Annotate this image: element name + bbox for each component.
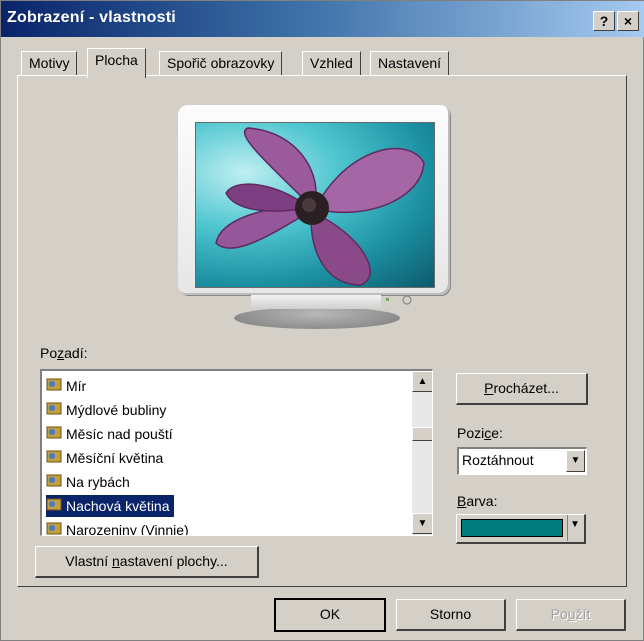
title-bar[interactable]: Zobrazení - vlastnosti ? × [1,1,644,37]
list-item[interactable]: Měsíc nad pouští [46,423,177,445]
wallpaper-file-icon [46,521,64,535]
dropdown-arrow-icon: ▼ [570,519,580,530]
apply-button[interactable]: Použít [516,599,626,631]
list-item[interactable]: Mýdlové bubliny [46,399,170,421]
cancel-button[interactable]: Storno [396,599,506,631]
color-label: Barva: [457,493,498,509]
scroll-up-arrow-icon[interactable]: ▲ [412,371,432,392]
list-item[interactable]: Měsíční květina [46,447,167,469]
browse-button[interactable]: Procházet... [456,373,588,405]
wallpaper-file-icon [46,377,64,393]
monitor-base [234,307,400,329]
window-title: Zobrazení - vlastnosti [7,9,176,26]
list-item-selected[interactable]: Nachová květina [46,495,174,517]
scroll-thumb[interactable] [412,427,432,441]
position-value: Roztáhnout [462,452,534,468]
customize-desktop-button[interactable]: Vlastní nastavení plochy... [35,546,259,578]
list-item[interactable]: Mír [46,375,90,397]
dropdown-arrow-icon[interactable]: ▼ [566,450,585,472]
tab-plocha[interactable]: Plocha [87,48,146,78]
wallpaper-list[interactable]: Mír Mýdlové bubliny Měsíc nad pouští Měs… [40,369,433,536]
tab-sporic-obrazovky[interactable]: Spořič obrazovky [159,51,283,75]
wallpaper-preview [195,122,435,288]
list-scrollbar[interactable]: ▲ ▼ [412,371,432,535]
list-item[interactable]: Na rybách [46,471,134,493]
color-swatch [461,519,563,537]
wallpaper-file-icon [46,449,64,465]
scroll-down-arrow-icon[interactable]: ▼ [412,513,432,534]
tab-vzhled[interactable]: Vzhled [302,51,361,75]
position-select[interactable]: Roztáhnout ▼ [457,447,587,475]
monitor-preview [178,105,450,305]
color-picker-divider [567,515,568,541]
close-button[interactable]: × [617,11,639,31]
wallpaper-file-icon [46,425,64,441]
monitor-neck [251,295,381,309]
tab-nastaveni[interactable]: Nastavení [370,51,450,75]
flower-image [215,127,425,286]
position-label: Pozice: [457,425,503,441]
list-item[interactable]: Narozeniny (Vinnie) [46,519,193,535]
tab-motivy[interactable]: Motivy [21,51,78,75]
power-button-icon [402,295,412,305]
background-label: Pozadí: [40,345,88,361]
wallpaper-file-icon [46,473,64,489]
color-picker-button[interactable]: ▼ [456,514,586,544]
wallpaper-file-icon [46,497,64,513]
help-button[interactable]: ? [593,11,615,31]
power-led-icon [386,298,389,301]
wallpaper-file-icon [46,401,64,417]
ok-button[interactable]: OK [274,598,386,632]
display-properties-dialog: Zobrazení - vlastnosti ? × Motivy Plocha… [0,0,644,641]
